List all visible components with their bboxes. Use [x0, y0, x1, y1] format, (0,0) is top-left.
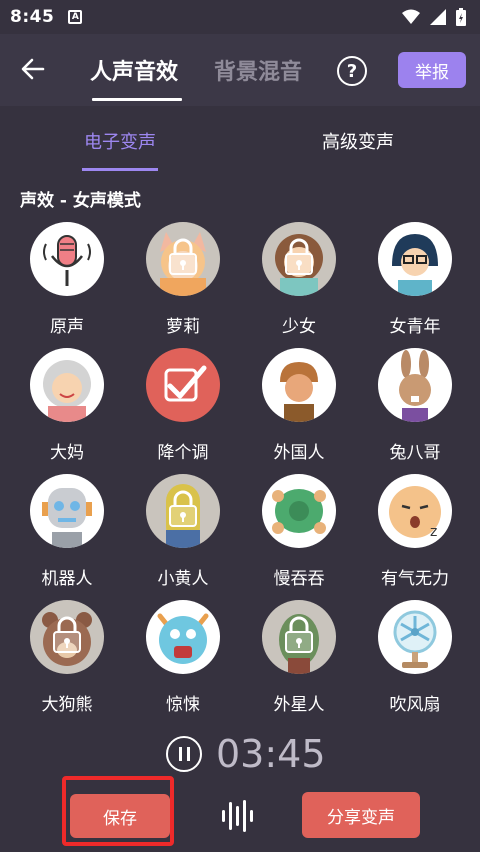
status-bar: 8:45 A: [0, 0, 480, 34]
active-tab-indicator: [92, 98, 182, 101]
pause-icon: [178, 747, 182, 761]
effect-alien[interactable]: 外星人: [238, 600, 358, 725]
lock-icon: [169, 490, 197, 527]
notification-badge-icon: A: [68, 10, 83, 24]
effect-foreigner[interactable]: 外国人: [238, 348, 358, 473]
effect-young-woman[interactable]: 女青年: [354, 222, 474, 347]
svg-text:z: z: [430, 524, 437, 540]
effect-young-girl[interactable]: 少女: [238, 222, 358, 347]
signal-icon: [430, 9, 446, 25]
microphone-icon: [30, 222, 104, 296]
effect-original[interactable]: 原声: [6, 222, 126, 347]
robot-icon: [30, 474, 104, 548]
effect-label: 女青年: [389, 317, 441, 337]
minion-icon: [146, 474, 220, 548]
effect-lower-pitch[interactable]: 降个调: [122, 348, 242, 473]
effect-label: 外星人: [273, 695, 325, 715]
old-lady-icon: [30, 348, 104, 422]
lock-icon: [285, 616, 313, 653]
effect-label: 大妈: [50, 443, 84, 463]
lock-icon: [53, 616, 81, 653]
playback-time: 03:45: [216, 732, 326, 776]
playback-bar: 03:45: [0, 730, 480, 778]
effect-bear[interactable]: 大狗熊: [6, 600, 126, 725]
young-girl-icon: [262, 222, 336, 296]
sound-wave-icon[interactable]: [220, 798, 256, 834]
lock-icon: [169, 238, 197, 275]
fan-icon: [378, 600, 452, 674]
tab-background-mix[interactable]: 背景混音: [214, 54, 302, 86]
tab-voice-effects[interactable]: 人声音效: [90, 54, 178, 86]
young-woman-icon: [378, 222, 452, 296]
rabbit-icon: [378, 348, 452, 422]
effect-label: 吹风扇: [389, 695, 441, 715]
effect-label: 少女: [282, 317, 316, 337]
effect-horror[interactable]: 惊悚: [122, 600, 242, 725]
battery-icon: [456, 8, 466, 26]
tab-electronic-voice[interactable]: 电子变声: [84, 128, 156, 154]
status-time: 8:45: [10, 7, 55, 27]
effect-label: 降个调: [157, 443, 209, 463]
report-button[interactable]: 举报: [398, 52, 466, 88]
pause-button[interactable]: [166, 736, 202, 772]
effect-label: 兔八哥: [389, 443, 441, 463]
effect-fan[interactable]: 吹风扇: [354, 600, 474, 725]
effect-robot[interactable]: 机器人: [6, 474, 126, 599]
save-button[interactable]: 保存: [70, 794, 170, 838]
effect-sleepy[interactable]: z 有气无力: [354, 474, 474, 599]
effect-rabbit[interactable]: 兔八哥: [354, 348, 474, 473]
effect-old-lady[interactable]: 大妈: [6, 348, 126, 473]
alien-icon: [262, 600, 336, 674]
monster-icon: [146, 600, 220, 674]
effect-label: 有气无力: [381, 569, 449, 589]
effect-label: 大狗熊: [41, 695, 93, 715]
sub-tabs: 电子变声 高级变声: [0, 106, 480, 174]
wifi-icon: [402, 9, 420, 24]
share-voice-button[interactable]: 分享变声: [302, 792, 420, 838]
help-button[interactable]: ?: [337, 56, 367, 86]
effect-label: 原声: [50, 317, 84, 337]
foreigner-icon: [262, 348, 336, 422]
effect-label: 萝莉: [166, 317, 200, 337]
turtle-icon: [262, 474, 336, 548]
lock-icon: [285, 238, 313, 275]
effect-label: 小黄人: [157, 569, 209, 589]
section-title: 声效 - 女声模式: [20, 191, 141, 211]
tab-advanced-voice[interactable]: 高级变声: [322, 128, 394, 154]
effect-label: 惊悚: [166, 695, 200, 715]
bear-icon: [30, 600, 104, 674]
active-subtab-indicator: [82, 168, 158, 171]
effect-label: 外国人: [273, 443, 325, 463]
pause-icon: [186, 747, 190, 761]
effect-label: 机器人: [41, 569, 93, 589]
arrow-left-icon: [21, 58, 45, 80]
sleepy-face-icon: z: [378, 474, 452, 548]
checkmark-icon: [146, 348, 220, 422]
back-button[interactable]: [16, 52, 50, 86]
loli-girl-icon: [146, 222, 220, 296]
effect-turtle[interactable]: 慢吞吞: [238, 474, 358, 599]
effect-label: 慢吞吞: [273, 569, 325, 589]
top-header: 人声音效 背景混音 ? 举报: [0, 34, 480, 106]
effect-loli[interactable]: 萝莉: [122, 222, 242, 347]
effect-minion[interactable]: 小黄人: [122, 474, 242, 599]
